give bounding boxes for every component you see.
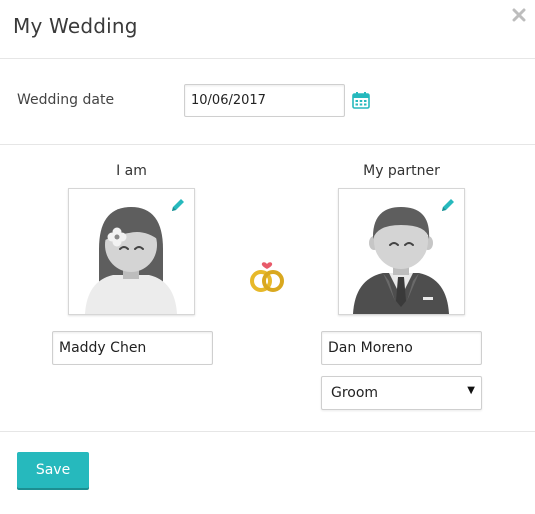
- partner-name-input[interactable]: [321, 331, 482, 365]
- wedding-modal: My Wedding Wedding date I am: [0, 0, 535, 514]
- wedding-date-input[interactable]: [184, 84, 345, 117]
- dropdown-arrow-icon: ▼: [467, 385, 475, 396]
- my-name-input[interactable]: [52, 331, 213, 365]
- wedding-rings-icon: [250, 262, 284, 292]
- header-divider: [0, 58, 535, 59]
- edit-groom-pencil-icon[interactable]: [440, 197, 456, 213]
- partner-role-select[interactable]: Groom ▼: [321, 376, 482, 410]
- save-button[interactable]: Save: [17, 452, 89, 488]
- partner-heading: My partner: [363, 163, 440, 179]
- partner-role-value: Groom: [331, 385, 379, 401]
- section-divider: [0, 144, 535, 145]
- footer-divider: [0, 431, 535, 432]
- groom-avatar[interactable]: [338, 188, 465, 315]
- close-icon[interactable]: [512, 8, 526, 22]
- wedding-date-label: Wedding date: [17, 92, 115, 108]
- edit-bride-pencil-icon[interactable]: [170, 197, 186, 213]
- me-heading: I am: [116, 163, 147, 179]
- bride-avatar[interactable]: [68, 188, 195, 315]
- calendar-icon[interactable]: [352, 91, 370, 109]
- modal-title: My Wedding: [13, 14, 138, 38]
